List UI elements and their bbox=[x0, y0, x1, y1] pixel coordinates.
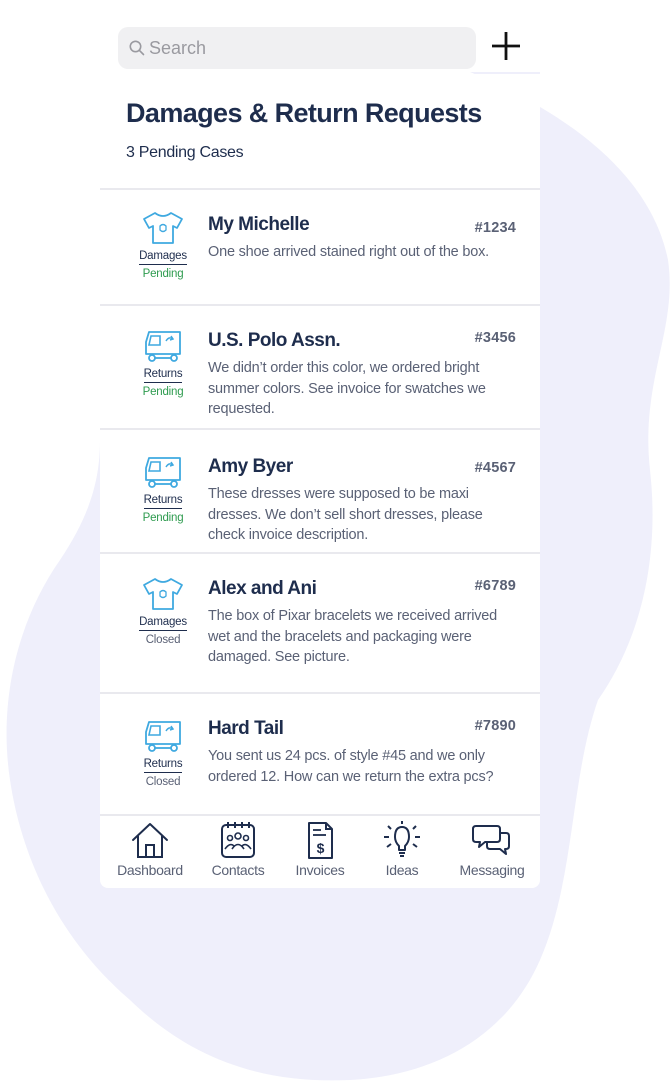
top-bar bbox=[118, 26, 528, 70]
case-type-label: Returns bbox=[143, 494, 183, 509]
case-row[interactable]: Returns Closed Hard Tail #7890 You sent … bbox=[100, 692, 540, 814]
truck-icon bbox=[145, 457, 181, 488]
case-description: You sent us 24 pcs. of style #45 and we … bbox=[208, 748, 494, 785]
case-description: The box of Pixar bracelets we received a… bbox=[208, 608, 497, 665]
case-status-label: Pending bbox=[142, 268, 184, 280]
tab-label: Ideas bbox=[385, 862, 419, 878]
case-row[interactable]: Returns Pending Amy Byer #4567 These dre… bbox=[100, 428, 540, 552]
case-type-indicator: Damages Pending bbox=[136, 210, 190, 280]
pending-count: 3 Pending Cases bbox=[126, 144, 244, 161]
lightbulb-icon bbox=[384, 821, 420, 857]
case-row[interactable]: Damages Closed Alex and Ani #6789 The bo… bbox=[100, 552, 540, 692]
case-customer-name: Hard Tail bbox=[208, 718, 284, 739]
case-customer-name: Amy Byer bbox=[208, 456, 293, 477]
truck-icon bbox=[145, 721, 181, 752]
search-icon bbox=[128, 39, 146, 57]
case-status-label: Closed bbox=[145, 776, 181, 788]
case-number: #4567 bbox=[474, 460, 516, 476]
invoice-icon: $ bbox=[308, 822, 333, 859]
tab-dashboard[interactable]: Dashboard bbox=[108, 820, 192, 878]
case-number: #3456 bbox=[474, 330, 516, 346]
case-customer-name: My Michelle bbox=[208, 214, 310, 235]
add-case-button[interactable] bbox=[488, 28, 524, 64]
tab-label: Contacts bbox=[211, 862, 265, 878]
case-status-label: Closed bbox=[145, 634, 181, 646]
case-type-indicator: Returns Pending bbox=[136, 454, 190, 524]
case-description: We didn’t order this color, we ordered b… bbox=[208, 360, 486, 417]
shirt-icon bbox=[143, 578, 183, 610]
case-type-label: Returns bbox=[143, 368, 183, 383]
case-type-indicator: Damages Closed bbox=[136, 576, 190, 646]
truck-icon bbox=[145, 331, 181, 362]
tab-label: Dashboard bbox=[117, 862, 183, 878]
case-description: These dresses were supposed to be maxi d… bbox=[208, 486, 483, 543]
tab-invoices[interactable]: $ Invoices bbox=[278, 820, 362, 878]
case-number: #6789 bbox=[474, 578, 516, 594]
case-customer-name: U.S. Polo Assn. bbox=[208, 330, 341, 351]
search-bar[interactable] bbox=[118, 27, 476, 69]
case-status-label: Pending bbox=[142, 512, 184, 524]
case-type-indicator: Returns Pending bbox=[136, 328, 190, 398]
search-input[interactable] bbox=[149, 37, 449, 59]
page-title: Damages & Return Requests bbox=[126, 98, 482, 128]
shirt-icon bbox=[143, 212, 183, 244]
case-type-label: Damages bbox=[139, 616, 187, 631]
home-icon bbox=[132, 823, 168, 858]
tab-messaging[interactable]: Messaging bbox=[450, 820, 534, 878]
tab-ideas[interactable]: Ideas bbox=[360, 820, 444, 878]
case-number: #7890 bbox=[474, 718, 516, 734]
case-row[interactable]: Damages Pending My Michelle #1234 One sh… bbox=[100, 188, 540, 304]
tab-label: Messaging bbox=[459, 862, 525, 878]
bottom-tab-bar: Dashboard Contacts $ Invoices Ideas Mess… bbox=[100, 814, 540, 888]
plus-icon bbox=[492, 32, 520, 60]
case-type-label: Damages bbox=[139, 250, 187, 265]
case-description: One shoe arrived stained right out of th… bbox=[208, 244, 489, 260]
chat-icon bbox=[472, 825, 510, 855]
cases-panel: Damages & Return Requests 3 Pending Case… bbox=[100, 74, 540, 888]
case-type-label: Returns bbox=[143, 758, 183, 773]
case-number: #1234 bbox=[474, 220, 516, 236]
case-type-indicator: Returns Closed bbox=[136, 718, 190, 788]
case-row[interactable]: Returns Pending U.S. Polo Assn. #3456 We… bbox=[100, 304, 540, 428]
page-header: Damages & Return Requests 3 Pending Case… bbox=[126, 98, 526, 162]
tab-contacts[interactable]: Contacts bbox=[196, 820, 280, 878]
case-customer-name: Alex and Ani bbox=[208, 578, 317, 599]
contacts-icon bbox=[221, 822, 255, 858]
case-status-label: Pending bbox=[142, 386, 184, 398]
tab-label: Invoices bbox=[295, 862, 345, 878]
svg-text:$: $ bbox=[317, 840, 325, 856]
